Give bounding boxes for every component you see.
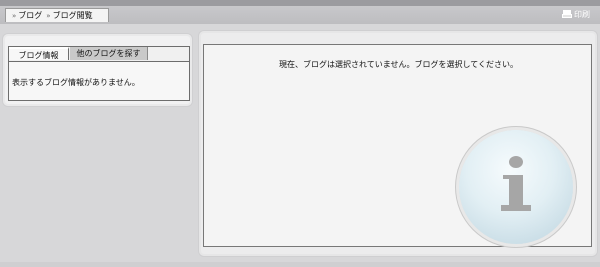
no-blog-selected-message: 現在、ブログは選択されていません。ブログを選択してください。 [278, 60, 519, 69]
tab-blog-info[interactable]: ブログ情報 [9, 47, 69, 60]
print-button[interactable]: 印刷 [562, 8, 590, 20]
breadcrumb-item-blog-view[interactable]: ブログ閲覧 [53, 10, 93, 21]
info-icon-dot [509, 156, 523, 168]
chevron-right-icon: » [12, 11, 17, 20]
print-label: 印刷 [574, 9, 590, 19]
breadcrumb-item-blog[interactable]: ブログ [18, 10, 42, 21]
footer-bar [0, 262, 600, 267]
main-content: 現在、ブログは選択されていません。ブログを選択してください。 [203, 44, 592, 247]
breadcrumb: » ブログ » ブログ閲覧 [5, 8, 109, 22]
info-icon [459, 130, 573, 244]
tab-container: ブログ情報 他のブログを探す [8, 46, 190, 101]
tab-find-other-blogs[interactable]: 他のブログを探す [70, 47, 148, 60]
chevron-right-icon: » [46, 11, 51, 20]
printer-icon [562, 9, 572, 19]
left-panel: ブログ情報 他のブログを探す [2, 33, 193, 107]
tab-strip: ブログ情報 他のブログを探す [9, 47, 189, 62]
info-icon-stem [503, 175, 523, 205]
no-blog-info-message: 表示するブログ情報がありません。 [12, 78, 140, 87]
info-icon-base [501, 205, 531, 211]
top-bar: » ブログ » ブログ閲覧 印刷 [0, 0, 600, 24]
